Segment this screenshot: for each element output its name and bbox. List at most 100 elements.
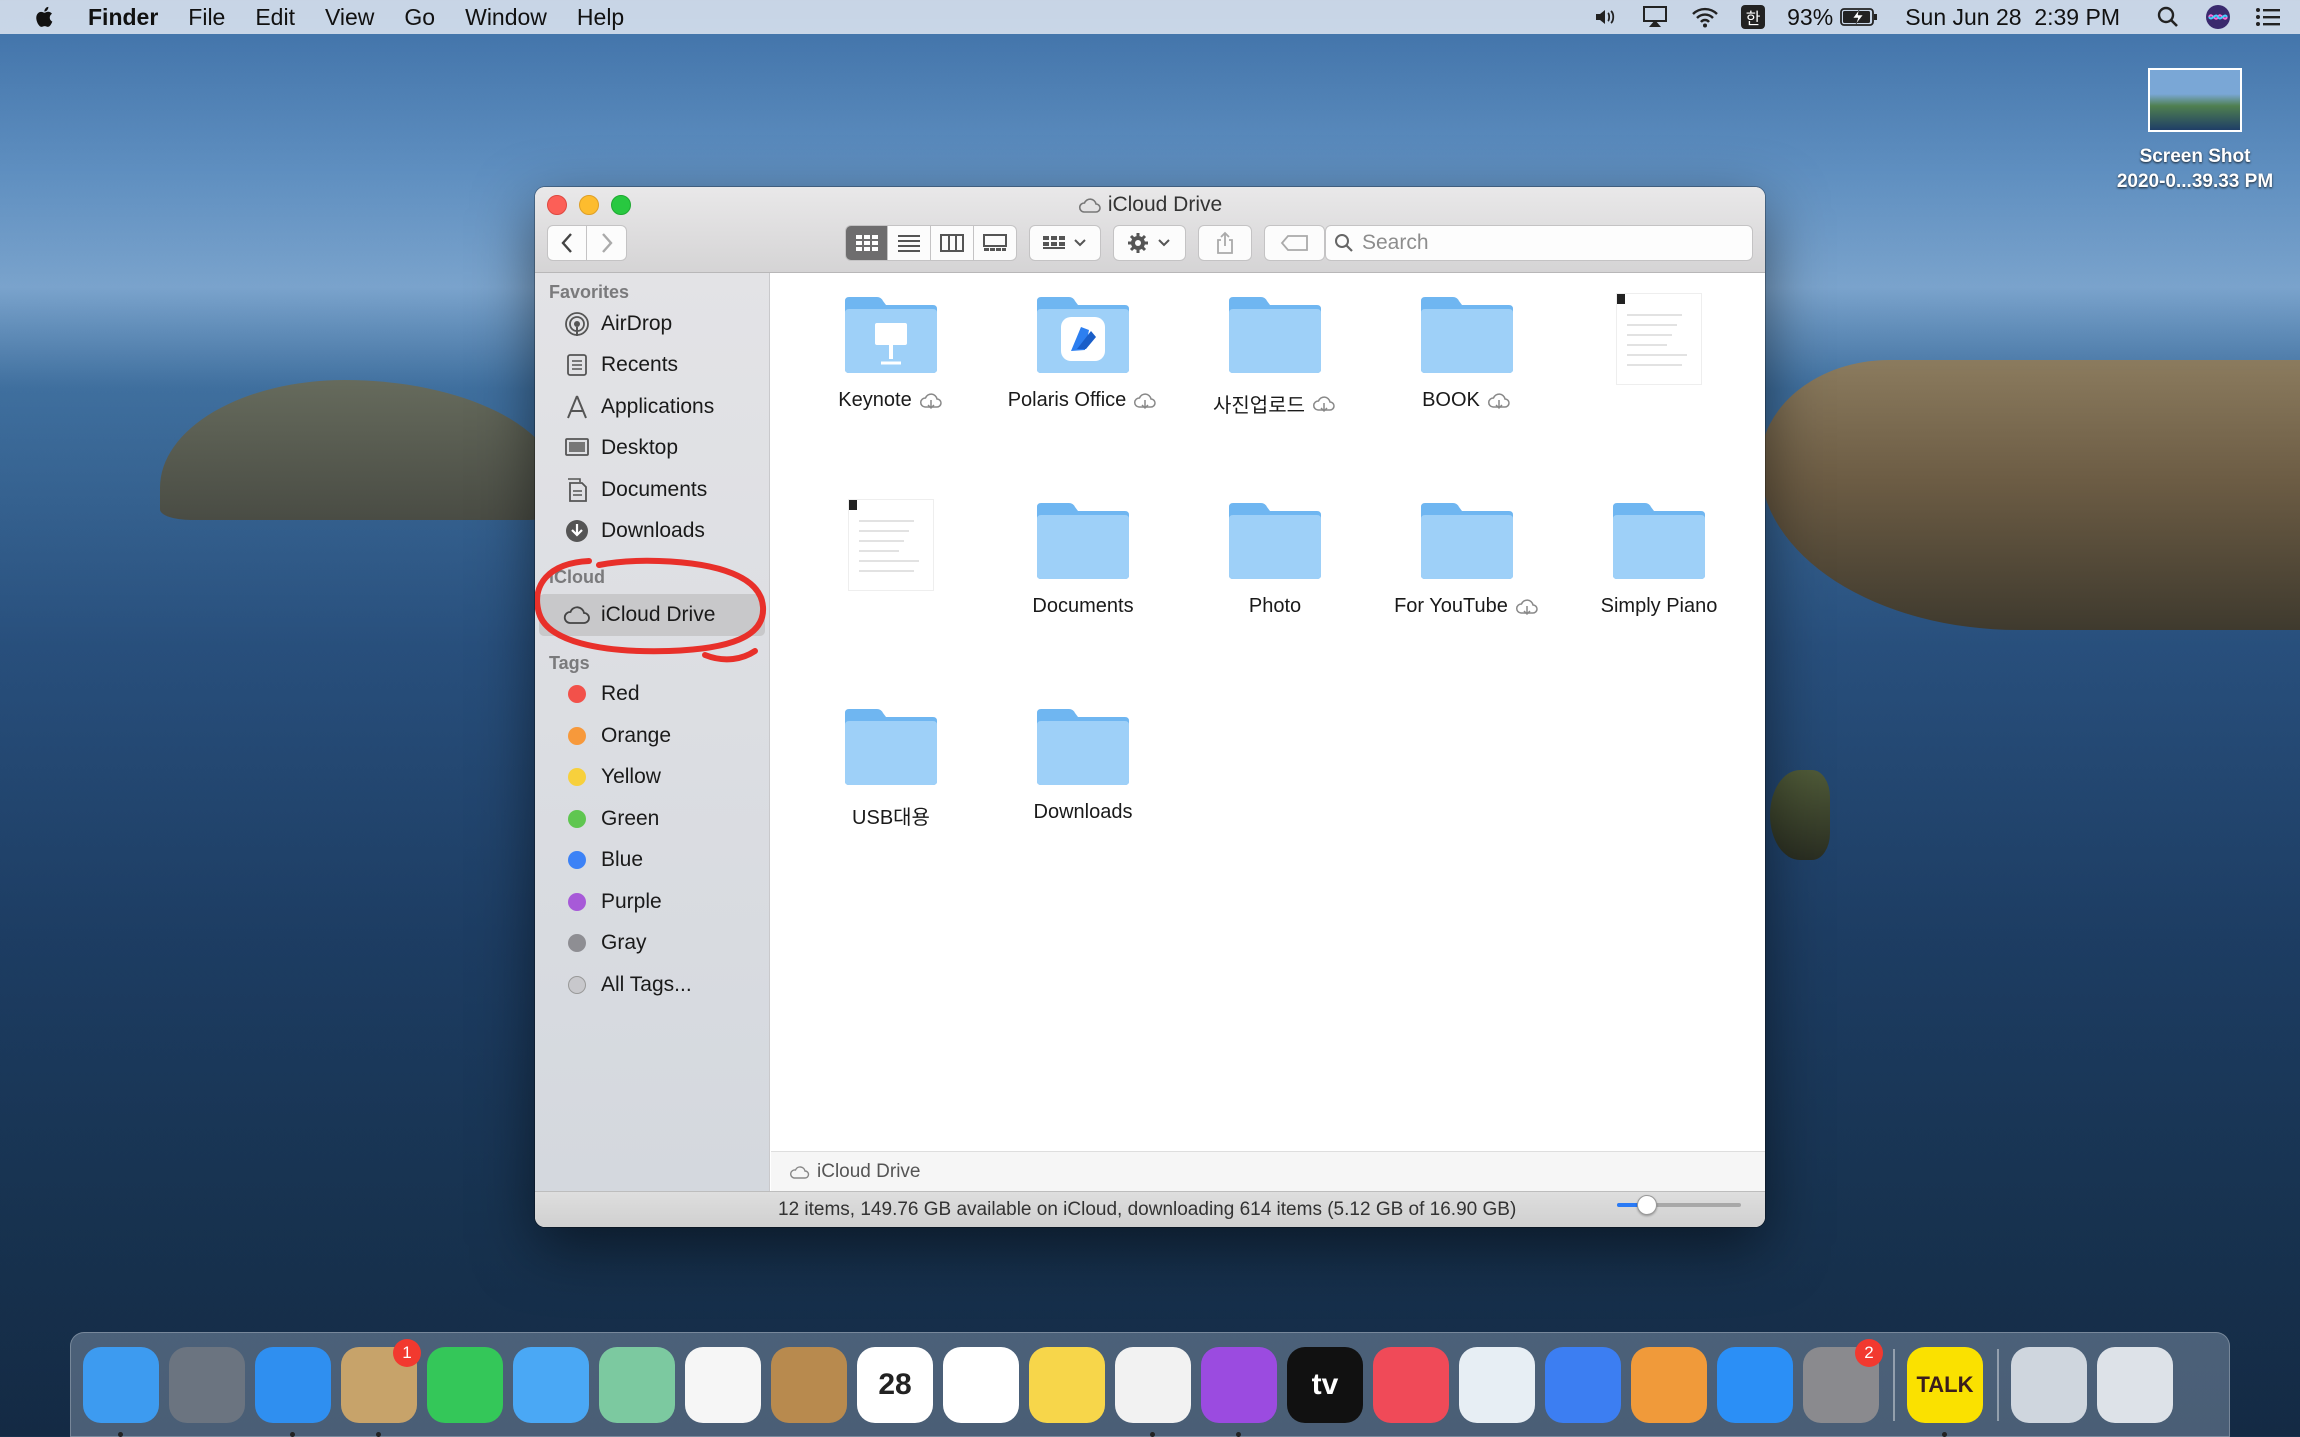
dock-notes-app[interactable] bbox=[1029, 1346, 1105, 1423]
dock-trash-app[interactable] bbox=[2097, 1346, 2173, 1423]
dock-numbers-app[interactable] bbox=[1459, 1346, 1535, 1423]
dock-messages-app[interactable] bbox=[513, 1346, 589, 1423]
group-by-button[interactable] bbox=[1029, 225, 1102, 261]
sidebar-item-icloud-drive[interactable]: iCloud Drive bbox=[539, 594, 765, 636]
input-method-indicator[interactable]: 한 bbox=[1741, 5, 1766, 29]
sidebar-item-label: iCloud Drive bbox=[601, 602, 716, 626]
dock-app-store-app[interactable] bbox=[1717, 1346, 1793, 1423]
folder-item[interactable]: Photo bbox=[1190, 499, 1360, 618]
menu-help[interactable]: Help bbox=[577, 4, 624, 31]
dock-reminders-app[interactable] bbox=[943, 1346, 1019, 1423]
dock-facetime-app[interactable] bbox=[427, 1346, 503, 1423]
clock[interactable]: Sun Jun 28 2:39 PM bbox=[1905, 4, 2120, 31]
app-menu-finder[interactable]: Finder bbox=[88, 4, 158, 31]
file-item-document[interactable] bbox=[1574, 293, 1744, 399]
folder-item[interactable]: For YouTube bbox=[1382, 499, 1552, 618]
siri-icon[interactable] bbox=[2204, 4, 2232, 30]
folder-item[interactable]: USB대용 bbox=[806, 705, 976, 830]
dock-launchpad-app[interactable] bbox=[169, 1346, 245, 1423]
forward-button[interactable] bbox=[587, 225, 627, 261]
running-indicator bbox=[1942, 1431, 1947, 1437]
dock-pages-app[interactable] bbox=[1631, 1346, 1707, 1423]
folder-item[interactable]: Polaris Office bbox=[998, 293, 1168, 412]
spotlight-search-icon[interactable] bbox=[2154, 4, 2182, 30]
folder-item[interactable]: Simply Piano bbox=[1574, 499, 1744, 618]
edit-tags-button[interactable] bbox=[1264, 225, 1325, 261]
menu-window[interactable]: Window bbox=[465, 4, 547, 31]
dock-podcasts-app[interactable] bbox=[1201, 1346, 1277, 1437]
running-indicator bbox=[290, 1431, 295, 1437]
dock-photos-app[interactable] bbox=[685, 1346, 761, 1423]
share-button[interactable] bbox=[1197, 225, 1253, 261]
gallery-view-button[interactable] bbox=[974, 225, 1017, 261]
menu-file[interactable]: File bbox=[188, 4, 225, 31]
menu-view[interactable]: View bbox=[325, 4, 374, 31]
path-bar-item[interactable]: iCloud Drive bbox=[817, 1161, 920, 1183]
desktop-screenshot-file[interactable]: Screen Shot 2020-0...39.33 PM bbox=[2100, 68, 2290, 194]
menu-go[interactable]: Go bbox=[404, 4, 435, 31]
cloud-download-icon bbox=[1134, 392, 1157, 409]
file-name-label: 사진업로드 bbox=[1190, 389, 1360, 418]
folder-item[interactable]: 사진업로드 bbox=[1190, 293, 1360, 418]
search-input[interactable] bbox=[1361, 231, 1742, 255]
sidebar-tag-orange[interactable]: Orange bbox=[535, 715, 769, 757]
dock-kakaotalk-app[interactable]: TALK bbox=[1907, 1346, 1983, 1437]
sidebar-tag-gray[interactable]: Gray bbox=[535, 923, 769, 965]
back-button[interactable] bbox=[547, 225, 587, 261]
airplay-icon[interactable] bbox=[1641, 4, 1669, 30]
sidebar-tag-yellow[interactable]: Yellow bbox=[535, 757, 769, 799]
sidebar-item-downloads[interactable]: Downloads bbox=[535, 511, 769, 553]
search-icon bbox=[1334, 234, 1353, 252]
wifi-icon[interactable] bbox=[1691, 4, 1719, 30]
apple-menu-icon[interactable] bbox=[32, 4, 58, 30]
search-field[interactable] bbox=[1324, 225, 1753, 261]
dock-safari-app[interactable] bbox=[255, 1346, 331, 1437]
sidebar-item-desktop[interactable]: Desktop bbox=[535, 428, 769, 470]
volume-icon[interactable] bbox=[1591, 4, 1619, 30]
dock-news-app[interactable] bbox=[1373, 1346, 1449, 1423]
icon-size-slider-knob[interactable] bbox=[1637, 1195, 1657, 1215]
dock-finder-app[interactable] bbox=[83, 1346, 159, 1437]
sidebar-item-applications[interactable]: Applications bbox=[535, 386, 769, 428]
dock-downloads-stack[interactable] bbox=[2011, 1346, 2087, 1423]
icon-size-slider[interactable] bbox=[1617, 1195, 1741, 1215]
sidebar-item-recents[interactable]: Recents bbox=[535, 345, 769, 387]
menu-edit[interactable]: Edit bbox=[255, 4, 295, 31]
sidebar-item-airdrop[interactable]: AirDrop bbox=[535, 303, 769, 345]
folder-item[interactable]: Keynote bbox=[806, 293, 976, 412]
document-thumbnail bbox=[848, 499, 934, 591]
dock-tv-app[interactable]: tv bbox=[1287, 1346, 1363, 1423]
sidebar-all-tags[interactable]: All Tags... bbox=[535, 964, 769, 1006]
file-item-document[interactable] bbox=[806, 499, 976, 605]
battery-charging-icon[interactable] bbox=[1839, 4, 1879, 30]
action-menu-button[interactable] bbox=[1113, 225, 1186, 261]
sidebar-tag-blue[interactable]: Blue bbox=[535, 840, 769, 882]
notification-center-icon[interactable] bbox=[2254, 4, 2282, 30]
sidebar: Favorites AirDrop Recents Applications D… bbox=[535, 273, 770, 1191]
dock-separator bbox=[1893, 1348, 1895, 1421]
dock-contacts-app[interactable] bbox=[771, 1346, 847, 1423]
dock-maps-app[interactable] bbox=[599, 1346, 675, 1423]
folder-item[interactable]: Downloads bbox=[998, 705, 1168, 824]
icon-view-button[interactable] bbox=[845, 225, 888, 261]
folder-item[interactable]: BOOK bbox=[1382, 293, 1552, 412]
green-tag-dot bbox=[568, 809, 586, 828]
sidebar-tag-red[interactable]: Red bbox=[535, 674, 769, 716]
dock-calendar-app[interactable]: 28 bbox=[857, 1346, 933, 1423]
file-name-label: For YouTube bbox=[1382, 595, 1552, 618]
sidebar-item-documents[interactable]: Documents bbox=[535, 469, 769, 511]
file-grid[interactable]: Keynote Polaris Office 사진업로드 BOOK Documents P… bbox=[771, 273, 1765, 1151]
column-view-button[interactable] bbox=[931, 225, 974, 261]
dock-music-app[interactable] bbox=[1115, 1346, 1191, 1437]
battery-percentage[interactable]: 93% bbox=[1787, 4, 1833, 31]
dock-mail-stamp-app[interactable]: 1 bbox=[341, 1338, 421, 1437]
window-title-text: iCloud Drive bbox=[1107, 193, 1223, 216]
folder-item[interactable]: Documents bbox=[998, 499, 1168, 618]
title-bar[interactable]: iCloud Drive bbox=[535, 187, 1765, 273]
dock-keynote-app[interactable] bbox=[1545, 1346, 1621, 1423]
list-view-button[interactable] bbox=[888, 225, 931, 261]
sidebar-tag-green[interactable]: Green bbox=[535, 798, 769, 840]
sidebar-item-label: Yellow bbox=[601, 765, 661, 789]
sidebar-tag-purple[interactable]: Purple bbox=[535, 881, 769, 923]
dock-system-preferences-app[interactable]: 2 bbox=[1803, 1338, 1883, 1423]
